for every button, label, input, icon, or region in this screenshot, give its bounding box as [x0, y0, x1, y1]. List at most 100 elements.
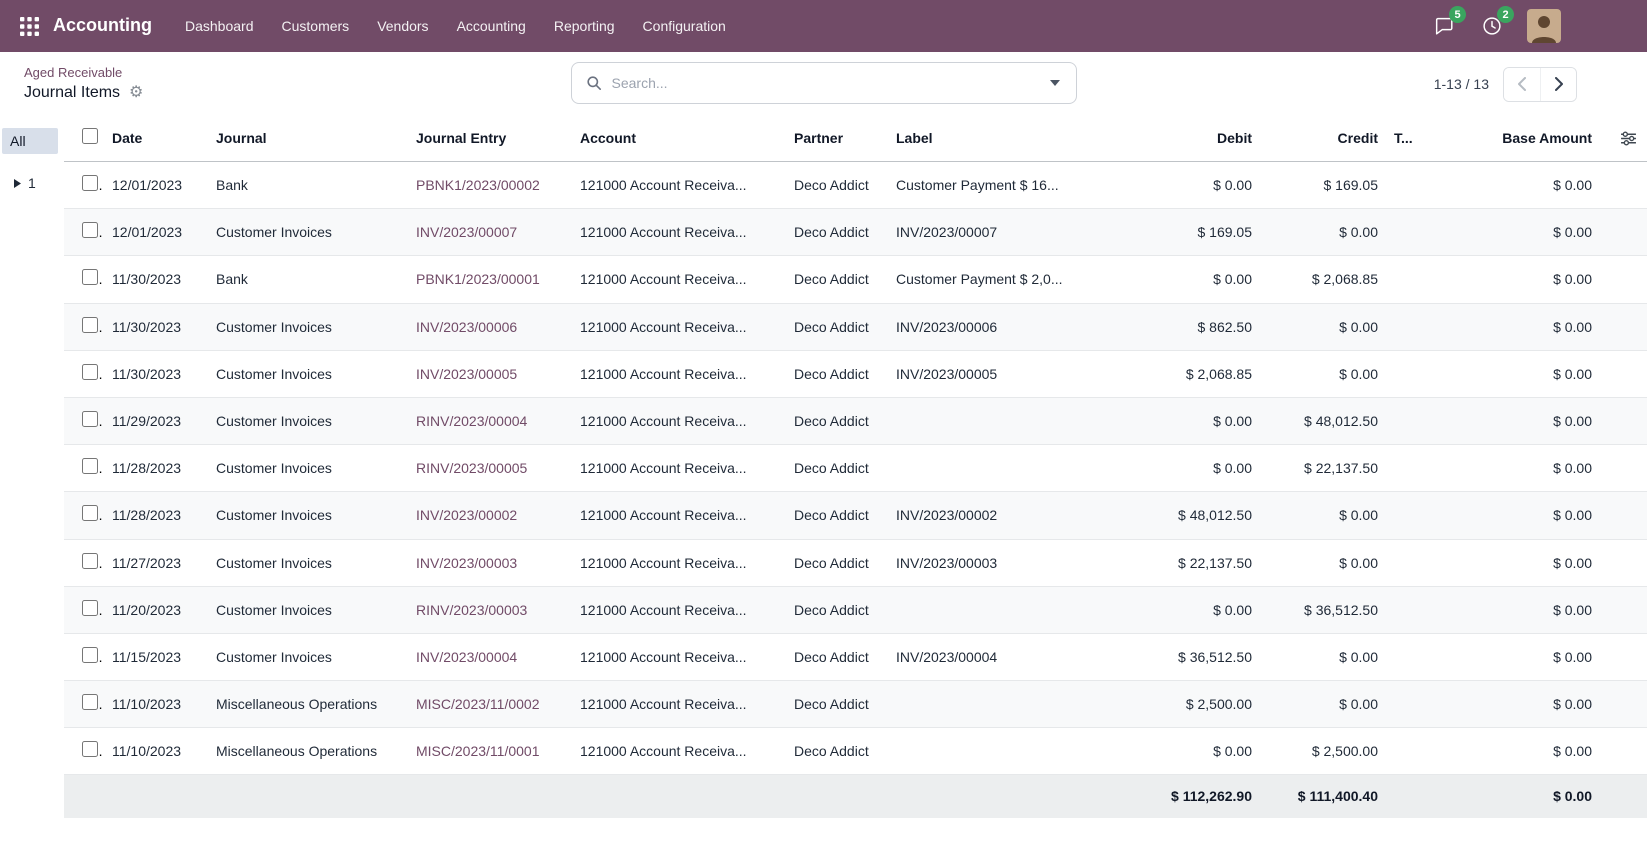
- optional-columns-cell: [1600, 116, 1647, 162]
- cell-credit: $ 0.00: [1260, 681, 1386, 728]
- cell-credit: $ 2,500.00: [1260, 728, 1386, 775]
- table-row[interactable]: 11/29/2023 Customer Invoices RINV/2023/0…: [64, 397, 1647, 444]
- view-settings-gear-icon[interactable]: ⚙: [129, 85, 143, 101]
- cell-partner: Deco Addict: [786, 303, 888, 350]
- table-row[interactable]: 11/28/2023 Customer Invoices RINV/2023/0…: [64, 445, 1647, 492]
- cell-date: 11/28/2023: [104, 492, 208, 539]
- table-row[interactable]: 12/01/2023 Customer Invoices INV/2023/00…: [64, 209, 1647, 256]
- optional-columns-button[interactable]: [1618, 128, 1639, 149]
- journal-entry-link[interactable]: RINV/2023/00004: [416, 413, 527, 429]
- row-checkbox[interactable]: [82, 175, 98, 191]
- search-bar: [571, 62, 1077, 104]
- cell-tax: [1386, 162, 1432, 209]
- sidebar-item-all[interactable]: All: [2, 128, 58, 154]
- column-header-journal-entry[interactable]: Journal Entry: [408, 116, 572, 162]
- column-header-account[interactable]: Account: [572, 116, 786, 162]
- table-row[interactable]: 11/15/2023 Customer Invoices INV/2023/00…: [64, 633, 1647, 680]
- journal-items-table-wrap: Date Journal Journal Entry Account Partn…: [64, 116, 1647, 818]
- messages-button[interactable]: 5: [1427, 9, 1461, 43]
- journal-entry-link[interactable]: INV/2023/00002: [416, 507, 517, 523]
- search-input[interactable]: [610, 74, 1038, 92]
- journal-entry-link[interactable]: INV/2023/00007: [416, 224, 517, 240]
- cell-base-amount: $ 0.00: [1432, 728, 1600, 775]
- cell-label: Customer Payment $ 16...: [888, 162, 1134, 209]
- table-row[interactable]: 11/30/2023 Customer Invoices INV/2023/00…: [64, 303, 1647, 350]
- row-checkbox[interactable]: [82, 741, 98, 757]
- apps-menu-button[interactable]: [14, 11, 45, 42]
- row-checkbox[interactable]: [82, 222, 98, 238]
- table-row[interactable]: 11/30/2023 Customer Invoices INV/2023/00…: [64, 350, 1647, 397]
- menu-accounting[interactable]: Accounting: [444, 10, 539, 42]
- cell-label: [888, 445, 1134, 492]
- row-checkbox[interactable]: [82, 600, 98, 616]
- row-checkbox-cell: [64, 256, 104, 303]
- row-checkbox-cell: [64, 586, 104, 633]
- menu-reporting[interactable]: Reporting: [541, 10, 628, 42]
- select-all-checkbox[interactable]: [82, 128, 98, 144]
- column-header-debit[interactable]: Debit: [1134, 116, 1260, 162]
- journal-entry-link[interactable]: MISC/2023/11/0001: [416, 743, 540, 759]
- row-checkbox-cell: [64, 445, 104, 492]
- pager-next-button[interactable]: [1540, 68, 1576, 101]
- column-header-base-amount[interactable]: Base Amount: [1432, 116, 1600, 162]
- row-checkbox[interactable]: [82, 505, 98, 521]
- journal-entry-link[interactable]: INV/2023/00004: [416, 649, 517, 665]
- column-header-credit[interactable]: Credit: [1260, 116, 1386, 162]
- row-checkbox-cell: [64, 539, 104, 586]
- table-row[interactable]: 11/10/2023 Miscellaneous Operations MISC…: [64, 728, 1647, 775]
- cell-account: 121000 Account Receiva...: [572, 492, 786, 539]
- table-row[interactable]: 11/27/2023 Customer Invoices INV/2023/00…: [64, 539, 1647, 586]
- pager-previous-button[interactable]: [1504, 68, 1540, 101]
- row-checkbox[interactable]: [82, 411, 98, 427]
- row-checkbox[interactable]: [82, 694, 98, 710]
- cell-debit: $ 0.00: [1134, 397, 1260, 444]
- cell-partner: Deco Addict: [786, 728, 888, 775]
- row-checkbox[interactable]: [82, 269, 98, 285]
- table-row[interactable]: 11/20/2023 Customer Invoices RINV/2023/0…: [64, 586, 1647, 633]
- row-checkbox-cell: [64, 728, 104, 775]
- column-header-journal[interactable]: Journal: [208, 116, 408, 162]
- menu-vendors[interactable]: Vendors: [364, 10, 441, 42]
- journal-items-body: 12/01/2023 Bank PBNK1/2023/00002 121000 …: [64, 162, 1647, 775]
- cell-credit: $ 48,012.50: [1260, 397, 1386, 444]
- table-row[interactable]: 12/01/2023 Bank PBNK1/2023/00002 121000 …: [64, 162, 1647, 209]
- column-header-label[interactable]: Label: [888, 116, 1134, 162]
- row-checkbox[interactable]: [82, 553, 98, 569]
- column-header-partner[interactable]: Partner: [786, 116, 888, 162]
- journal-entry-link[interactable]: RINV/2023/00005: [416, 460, 527, 476]
- user-menu-button[interactable]: [1527, 9, 1561, 43]
- column-header-date[interactable]: Date: [104, 116, 208, 162]
- cell-journal: Customer Invoices: [208, 303, 408, 350]
- cell-debit: $ 0.00: [1134, 162, 1260, 209]
- menu-dashboard[interactable]: Dashboard: [172, 10, 267, 42]
- table-row[interactable]: 11/10/2023 Miscellaneous Operations MISC…: [64, 681, 1647, 728]
- row-checkbox[interactable]: [82, 458, 98, 474]
- journal-entry-link[interactable]: PBNK1/2023/00001: [416, 271, 540, 287]
- menu-configuration[interactable]: Configuration: [630, 10, 739, 42]
- row-checkbox[interactable]: [82, 317, 98, 333]
- journal-entry-link[interactable]: INV/2023/00003: [416, 555, 517, 571]
- journal-entry-link[interactable]: RINV/2023/00003: [416, 602, 527, 618]
- table-row[interactable]: 11/30/2023 Bank PBNK1/2023/00001 121000 …: [64, 256, 1647, 303]
- row-checkbox-cell: [64, 350, 104, 397]
- journal-entry-link[interactable]: INV/2023/00005: [416, 366, 517, 382]
- cell-account: 121000 Account Receiva...: [572, 303, 786, 350]
- cell-label: INV/2023/00007: [888, 209, 1134, 256]
- pager: 1-13 / 13: [1434, 67, 1577, 102]
- activities-button[interactable]: 2: [1475, 9, 1509, 43]
- cell-journal: Bank: [208, 162, 408, 209]
- breadcrumb-aged-receivable[interactable]: Aged Receivable: [24, 65, 143, 80]
- journal-entry-link[interactable]: PBNK1/2023/00002: [416, 177, 540, 193]
- group-toggle-1[interactable]: 1: [2, 174, 42, 192]
- menu-customers[interactable]: Customers: [269, 10, 363, 42]
- cell-debit: $ 48,012.50: [1134, 492, 1260, 539]
- cell-account: 121000 Account Receiva...: [572, 539, 786, 586]
- journal-entry-link[interactable]: MISC/2023/11/0002: [416, 696, 540, 712]
- row-checkbox[interactable]: [82, 647, 98, 663]
- select-all-cell: [64, 116, 104, 162]
- search-dropdown-toggle[interactable]: [1038, 74, 1072, 92]
- table-row[interactable]: 11/28/2023 Customer Invoices INV/2023/00…: [64, 492, 1647, 539]
- row-checkbox[interactable]: [82, 364, 98, 380]
- journal-entry-link[interactable]: INV/2023/00006: [416, 319, 517, 335]
- column-header-tax[interactable]: T...: [1386, 116, 1432, 162]
